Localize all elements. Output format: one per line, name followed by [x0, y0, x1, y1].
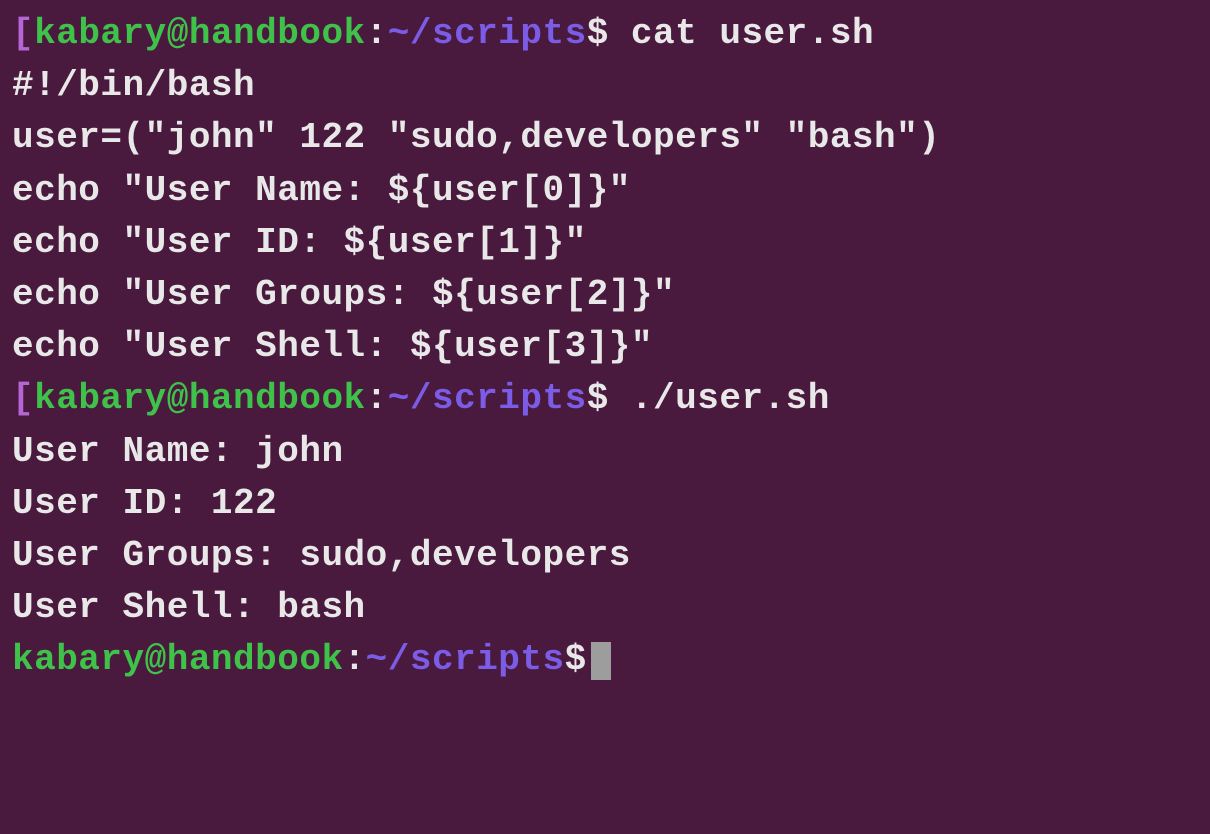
bracket-icon: [ [12, 378, 34, 419]
script-output-line: echo "User Name: ${user[0]}" [12, 165, 1198, 217]
script-output-line: user=("john" 122 "sudo,developers" "bash… [12, 112, 1198, 164]
prompt-colon: : [344, 639, 366, 680]
command-text: ./user.sh [609, 378, 830, 419]
cwd-path: ~/scripts [388, 378, 587, 419]
prompt-dollar: $ [565, 639, 587, 680]
execution-output-line: User Groups: sudo,developers [12, 530, 1198, 582]
script-output-line: echo "User Groups: ${user[2]}" [12, 269, 1198, 321]
prompt-colon: : [366, 13, 388, 54]
prompt-line-3[interactable]: kabary@handbook:~/scripts$ [12, 634, 1198, 686]
prompt-colon: : [366, 378, 388, 419]
script-output-line: echo "User ID: ${user[1]}" [12, 217, 1198, 269]
bracket-icon: [ [12, 13, 34, 54]
user-host: kabary@handbook [34, 378, 366, 419]
prompt-line-2: [kabary@handbook:~/scripts$ ./user.sh [12, 373, 1198, 425]
execution-output-line: User Name: john [12, 426, 1198, 478]
user-host: kabary@handbook [12, 639, 344, 680]
cursor-icon [591, 642, 611, 680]
script-output-line: echo "User Shell: ${user[3]}" [12, 321, 1198, 373]
terminal-window[interactable]: [kabary@handbook:~/scripts$ cat user.sh … [12, 8, 1198, 686]
cwd-path: ~/scripts [388, 13, 587, 54]
prompt-dollar: $ [587, 13, 609, 54]
execution-output-line: User Shell: bash [12, 582, 1198, 634]
execution-output-line: User ID: 122 [12, 478, 1198, 530]
cwd-path: ~/scripts [366, 639, 565, 680]
script-output-line: #!/bin/bash [12, 60, 1198, 112]
prompt-line-1: [kabary@handbook:~/scripts$ cat user.sh [12, 8, 1198, 60]
command-text: cat user.sh [609, 13, 874, 54]
prompt-dollar: $ [587, 378, 609, 419]
user-host: kabary@handbook [34, 13, 366, 54]
